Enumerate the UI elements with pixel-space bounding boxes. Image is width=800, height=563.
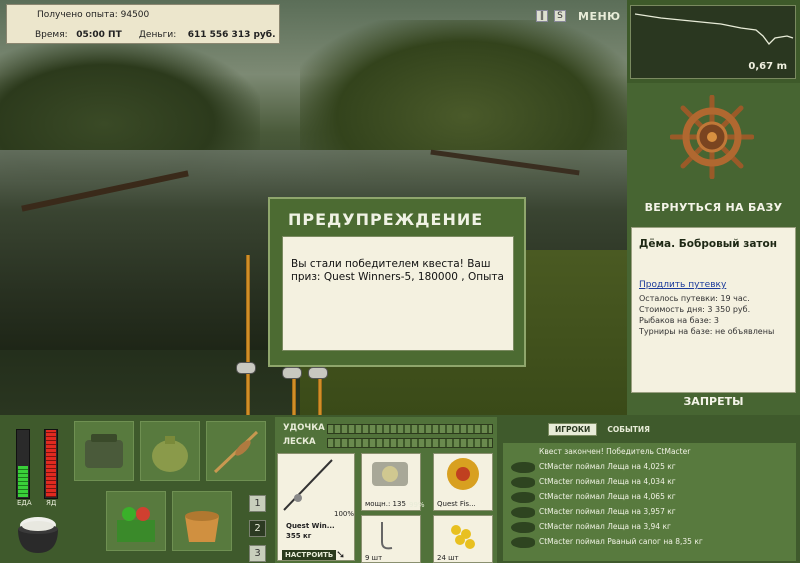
list-item: CtMacter поймал Леща на 3,94 кг bbox=[511, 520, 793, 535]
bucket-slot[interactable] bbox=[172, 491, 232, 551]
tab-players[interactable]: ИГРОКИ bbox=[548, 422, 598, 436]
list-item: CtMacter поймал Леща на 4,034 кг bbox=[511, 475, 793, 490]
event-header: Квест закончен! Победитель CtMacter bbox=[511, 445, 793, 460]
line-name: Quest Fis... bbox=[437, 500, 476, 508]
experience-row: Получено опыта: 94500 bbox=[37, 10, 149, 20]
time-value: 05:00 ПТ bbox=[76, 30, 122, 40]
menu-button[interactable]: МЕНЮ bbox=[578, 10, 621, 23]
cooking-pot-icon[interactable] bbox=[14, 511, 62, 557]
depth-value: 0,67 m bbox=[748, 61, 787, 72]
line-label: ЛЕСКА bbox=[283, 437, 316, 447]
list-item: CtMacter поймал Леща на 3,957 кг bbox=[511, 505, 793, 520]
arrow-icon[interactable]: ➘ bbox=[336, 548, 345, 561]
fish-icon bbox=[511, 507, 535, 518]
line-box[interactable]: Quest Fis... bbox=[433, 453, 493, 511]
money-label: Деньги: bbox=[138, 30, 177, 40]
base-info-card: Дёма. Бобровый затон Продлить путевку Ос… bbox=[631, 227, 796, 393]
warning-dialog: ПРЕДУПРЕЖДЕНИЕ Вы стали победителем квес… bbox=[268, 197, 526, 367]
events-tabs: ИГРОКИ СОБЫТИЯ bbox=[548, 422, 656, 436]
reel-percent: 99% bbox=[409, 501, 425, 509]
fish-icon bbox=[511, 537, 535, 548]
quest-finished-text: Квест закончен! Победитель CtMacter bbox=[539, 447, 691, 456]
pole-slot[interactable] bbox=[206, 421, 266, 481]
hook-icon bbox=[381, 522, 393, 550]
fishers-count: Рыбаков на базе: 3 bbox=[639, 316, 719, 325]
basket-icon bbox=[117, 507, 155, 542]
sound-icon[interactable]: S bbox=[554, 10, 566, 22]
bottom-panel: ЕДА ЯД 1 2 3 УДОЧКА ЛЕСКА Quest Win... 3… bbox=[0, 415, 800, 563]
setup-button[interactable]: НАСТРОИТЬ bbox=[282, 550, 337, 560]
line-durability-row: ЛЕСКА bbox=[275, 437, 497, 449]
food-meter bbox=[16, 429, 30, 499]
permit-remaining: Осталось путевки: 19 час. bbox=[639, 294, 750, 303]
sack-slot[interactable] bbox=[140, 421, 200, 481]
time-label: Время: bbox=[35, 30, 68, 40]
corn-bait-icon bbox=[451, 525, 475, 549]
rod-label: УДОЧКА bbox=[283, 423, 325, 433]
bait-count: 24 шт bbox=[437, 554, 459, 562]
list-item: CtMacter поймал Рваный сапог на 8,35 кг bbox=[511, 535, 793, 550]
player-stats: Получено опыта: 94500 Время: 05:00 ПТ Де… bbox=[6, 4, 280, 44]
experience-label: Получено опыта: bbox=[37, 10, 118, 20]
time-money-row: Время: 05:00 ПТ Деньги: 611 556 313 руб. bbox=[35, 30, 276, 40]
fatigue-meter bbox=[44, 429, 58, 499]
rod-name: Quest Win... bbox=[286, 522, 335, 530]
bait-box[interactable]: 24 шт bbox=[433, 515, 493, 563]
top-controls: ‖ S МЕНЮ bbox=[536, 7, 621, 25]
sack-icon bbox=[152, 436, 188, 472]
reel-icon bbox=[236, 362, 256, 374]
rod-icon bbox=[283, 459, 333, 511]
extend-permit-link[interactable]: Продлить путевку bbox=[639, 280, 726, 290]
reel-icon bbox=[372, 462, 408, 486]
list-item: CtMacter поймал Леща на 4,065 кг bbox=[511, 490, 793, 505]
rod-durability-row: УДОЧКА bbox=[275, 423, 497, 435]
day-cost: Стоимость дня: 3 350 руб. bbox=[639, 305, 751, 314]
fatigue-label: ЯД bbox=[46, 499, 57, 507]
base-panel: ВЕРНУТЬСЯ НА БАЗУ Дёма. Бобровый затон П… bbox=[627, 83, 800, 415]
line-spool-icon bbox=[447, 458, 479, 490]
rod-percent: 100% bbox=[334, 510, 355, 518]
hook-box[interactable]: 9 шт bbox=[361, 515, 421, 563]
line-durability-bar bbox=[327, 438, 493, 448]
vegetables-slot[interactable] bbox=[106, 491, 166, 551]
fishing-rod-1[interactable] bbox=[246, 255, 250, 415]
tab-events[interactable]: СОБЫТИЯ bbox=[601, 424, 656, 435]
events-list: Квест закончен! Победитель CtMacter CtMa… bbox=[503, 443, 796, 561]
rod-weight: 355 кг bbox=[286, 532, 312, 540]
fish-icon bbox=[511, 477, 535, 488]
reel-power: мощн.: 135 bbox=[365, 500, 406, 508]
fish-icon bbox=[511, 522, 535, 533]
fish-icon bbox=[511, 462, 535, 473]
food-label: ЕДА bbox=[17, 499, 32, 507]
base-name: Дёма. Бобровый затон bbox=[639, 238, 777, 250]
dialog-title: ПРЕДУПРЕЖДЕНИЕ bbox=[288, 210, 484, 229]
hook-count: 9 шт bbox=[365, 554, 383, 562]
bans-button[interactable]: ЗАПРЕТЫ bbox=[627, 395, 800, 408]
fish-icon bbox=[511, 492, 535, 503]
tackle-bag-slot[interactable] bbox=[74, 421, 134, 481]
ship-wheel-icon[interactable] bbox=[670, 95, 754, 179]
rod-durability-bar bbox=[327, 424, 493, 434]
pause-icon[interactable]: ‖ bbox=[536, 10, 548, 22]
list-item: CtMacter поймал Леща на 4,025 кг bbox=[511, 460, 793, 475]
inventory-page-3[interactable]: 3 bbox=[249, 545, 266, 562]
inventory-page-2[interactable]: 2 bbox=[249, 520, 266, 537]
dialog-message: Вы стали победителем квеста! Ваш приз: Q… bbox=[282, 236, 514, 351]
inventory-page-1[interactable]: 1 bbox=[249, 495, 266, 512]
return-to-base-button[interactable]: ВЕРНУТЬСЯ НА БАЗУ bbox=[627, 201, 800, 214]
money-value: 611 556 313 руб. bbox=[187, 30, 276, 40]
experience-value: 94500 bbox=[120, 10, 150, 20]
bucket-icon bbox=[185, 511, 219, 542]
gear-panel: УДОЧКА ЛЕСКА Quest Win... 355 кг 100% НА… bbox=[275, 417, 497, 563]
rod-box[interactable]: Quest Win... 355 кг 100% НАСТРОИТЬ ➘ bbox=[277, 453, 355, 561]
reel-icon bbox=[282, 367, 302, 379]
pole-icon bbox=[213, 430, 259, 474]
tournaments-status: Турниры на базе: не объявлены bbox=[639, 327, 775, 336]
depth-graph: 0,67 m bbox=[630, 5, 796, 79]
bag-icon bbox=[85, 434, 123, 468]
reel-icon bbox=[308, 367, 328, 379]
